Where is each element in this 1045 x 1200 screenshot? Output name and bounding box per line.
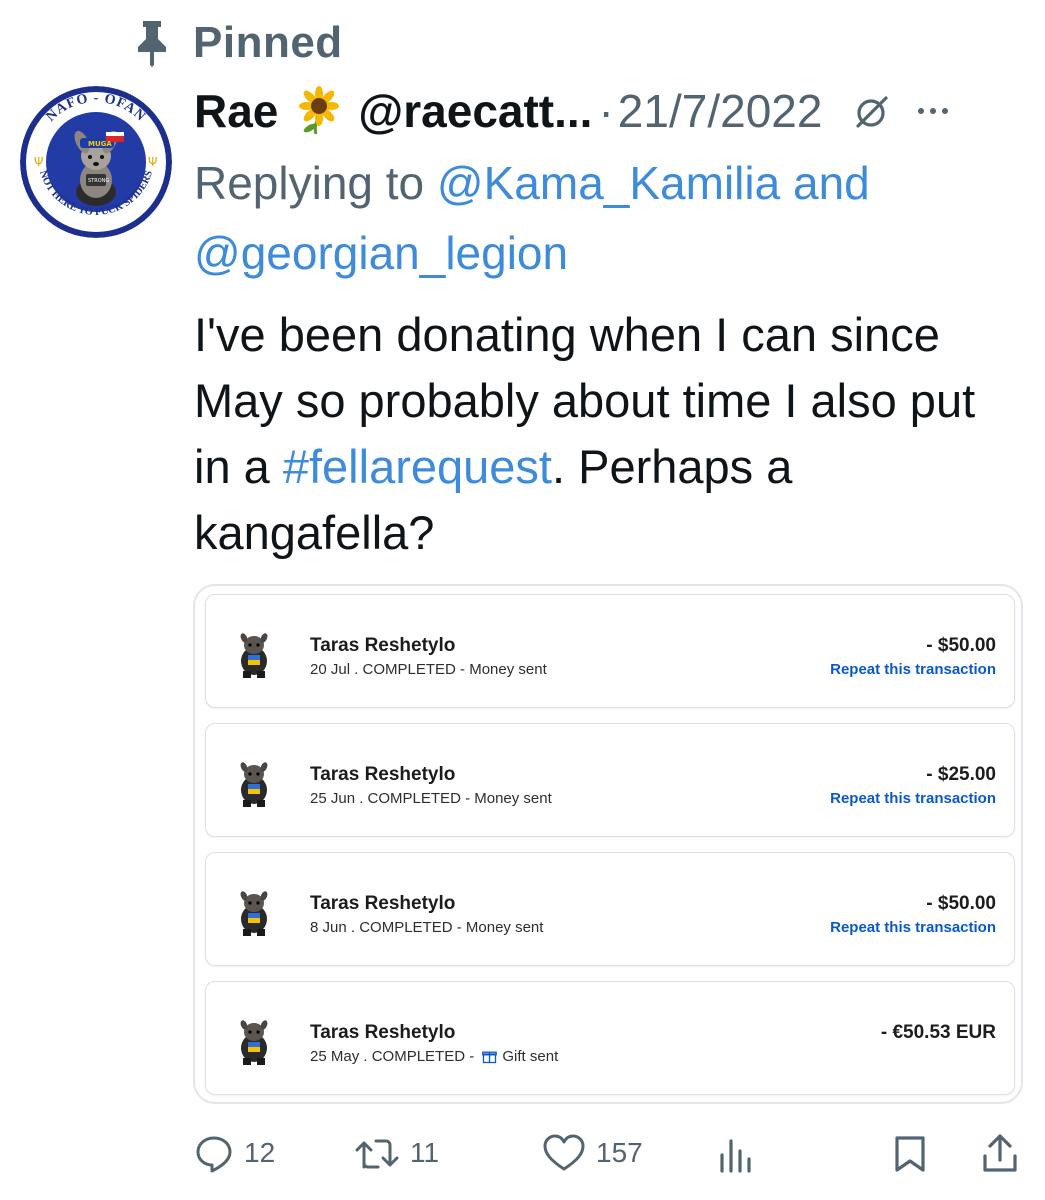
more-icon[interactable] (918, 108, 949, 114)
transaction-status: . COMPLETED - (355, 790, 475, 807)
transaction-type: Money sent (465, 919, 544, 936)
transaction-amount: - €50.53 EUR (880, 1022, 996, 1043)
repeat-transaction-link[interactable]: Repeat this transaction (830, 919, 996, 936)
repeat-transaction-link[interactable]: Repeat this transaction (830, 661, 996, 678)
transaction-amount: - $25.00 (926, 764, 996, 785)
replying-prefix: Replying to (194, 157, 437, 209)
display-name[interactable]: Rae (194, 84, 278, 138)
pinned-label: Pinned (193, 18, 343, 67)
avatar[interactable]: NAFO - OFAN NOT HERE TO FUCK SPIDERS Ψ Ψ… (20, 86, 172, 238)
recipient-avatar-icon (234, 1018, 274, 1066)
user-handle[interactable]: @raecatt... (358, 84, 592, 138)
transaction-card: Taras Reshetylo 8 Jun . COMPLETED - Money… (205, 852, 1015, 966)
reply-mention-2[interactable]: @georgian_legion (194, 227, 568, 279)
reply-and[interactable]: and (780, 157, 870, 209)
transaction-detail: 25 Jun . COMPLETED - Money sent (310, 790, 552, 807)
transaction-amount: - $50.00 (926, 635, 996, 656)
action-bar: 12 11 157 (194, 1128, 1024, 1178)
transaction-card: Taras Reshetylo 20 Jul . COMPLETED - Mone… (205, 594, 1015, 708)
svg-text:Ψ: Ψ (34, 155, 43, 169)
transaction-type: Gift sent (502, 1048, 559, 1065)
transaction-type: Money sent (469, 661, 547, 678)
tweet-text: I've been donating when I can since May … (194, 302, 1024, 566)
tweet-header: Rae @raecatt... · 21/7/2022 (194, 82, 949, 140)
hide-reply-icon[interactable] (850, 90, 892, 132)
share-icon (980, 1132, 1020, 1174)
retweet-button[interactable]: 11 (354, 1128, 439, 1178)
separator-dot: · (598, 85, 614, 137)
sunflower-emoji-icon (294, 86, 344, 136)
reply-count: 12 (244, 1137, 276, 1168)
transaction-date: 25 Jun (310, 790, 356, 807)
repeat-transaction-link[interactable]: Repeat this transaction (830, 790, 996, 807)
retweet-count: 11 (410, 1137, 440, 1168)
tweet-date[interactable]: 21/7/2022 (618, 84, 823, 138)
reply-mention-1[interactable]: @Kama_Kamilia (437, 157, 780, 209)
transaction-detail: 20 Jul . COMPLETED - Money sent (310, 661, 547, 678)
transaction-card: Taras Reshetylo 25 Jun . COMPLETED - Mone… (205, 723, 1015, 837)
recipient-name: Taras Reshetylo (310, 635, 456, 656)
recipient-avatar-icon (234, 760, 274, 808)
transaction-status: . COMPLETED - (359, 1048, 479, 1065)
retweet-icon (354, 1133, 400, 1173)
recipient-avatar-icon (234, 631, 274, 679)
pin-icon (133, 18, 171, 68)
views-button[interactable] (718, 1128, 754, 1178)
transaction-detail: 8 Jun . COMPLETED - Money sent (310, 919, 543, 936)
reply-button[interactable]: 12 (194, 1128, 275, 1178)
transaction-detail: 25 May . COMPLETED - Gift sent (310, 1048, 558, 1065)
recipient-name: Taras Reshetylo (310, 1022, 456, 1043)
replying-to: Replying to @Kama_Kamilia and (194, 156, 870, 210)
transaction-status: . COMPLETED - (346, 919, 466, 936)
svg-text:Ψ: Ψ (148, 155, 157, 169)
pinned-indicator: Pinned (133, 18, 343, 68)
svg-text:STRONG: STRONG (88, 178, 109, 184)
transaction-type: Money sent (474, 790, 552, 807)
transaction-amount: - $50.00 (926, 893, 996, 914)
transaction-date: 25 May (310, 1048, 360, 1065)
replying-to-line-2: @georgian_legion (194, 226, 568, 280)
attached-image[interactable]: Taras Reshetylo 20 Jul . COMPLETED - Mone… (193, 584, 1023, 1104)
reply-icon (194, 1133, 234, 1173)
transaction-date: 20 Jul (310, 661, 351, 678)
share-button[interactable] (980, 1128, 1020, 1178)
gift-icon (482, 1049, 498, 1064)
bookmark-button[interactable] (892, 1128, 928, 1178)
recipient-name: Taras Reshetylo (310, 893, 456, 914)
views-icon (718, 1133, 754, 1173)
recipient-avatar-icon (234, 889, 274, 937)
bookmark-icon (892, 1133, 928, 1173)
like-button[interactable]: 157 (542, 1128, 643, 1178)
transaction-date: 8 Jun (310, 919, 347, 936)
like-icon (542, 1133, 586, 1173)
transaction-status: . COMPLETED - (350, 661, 470, 678)
transaction-card: Taras Reshetylo 25 May . COMPLETED - Gift… (205, 981, 1015, 1095)
hashtag-link[interactable]: #fellarequest (283, 440, 552, 493)
recipient-name: Taras Reshetylo (310, 764, 456, 785)
svg-text:MUGA: MUGA (88, 140, 112, 148)
like-count: 157 (596, 1137, 643, 1168)
